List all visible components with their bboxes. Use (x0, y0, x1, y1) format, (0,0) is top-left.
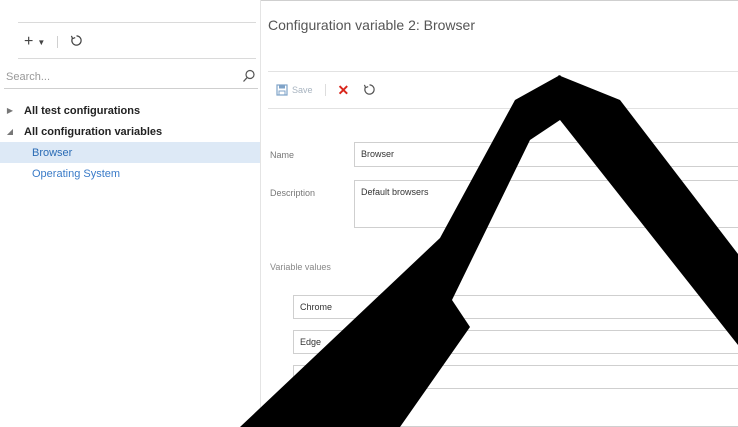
command-bar: Save ✕ (276, 80, 376, 100)
tree-item-browser[interactable]: Browser (0, 142, 260, 163)
plus-icon: + (293, 403, 302, 419)
main-pane: Configuration variable 2: Browser Save ✕… (262, 0, 738, 427)
tree-item-label: All configuration variables (24, 125, 163, 138)
name-field[interactable]: Browser (354, 142, 738, 167)
search-icon[interactable] (242, 69, 256, 83)
save-icon (276, 84, 288, 96)
description-label: Description (270, 188, 316, 198)
variable-value-field[interactable]: Chrome (293, 295, 738, 319)
tree-item-operating-system[interactable]: Operating System (0, 163, 260, 184)
left-pane: + ▼ ▶ All test configurations ◢ All conf… (0, 0, 261, 427)
plus-icon[interactable]: + (24, 33, 33, 51)
toolbar-separator (57, 36, 59, 48)
tree-item-all-configuration-variables[interactable]: ◢ All configuration variables (0, 121, 260, 142)
name-label: Name (270, 150, 295, 160)
tree-item-label: All test configurations (24, 104, 141, 117)
refresh-icon[interactable] (363, 83, 376, 98)
variable-value-field[interactable]: Edge (293, 330, 738, 354)
search-input[interactable] (4, 67, 226, 87)
variable-value-field[interactable]: Safari (293, 365, 738, 389)
toolbar-separator (324, 84, 326, 96)
divider (268, 71, 738, 72)
chevron-right-icon[interactable]: ▶ (4, 106, 16, 115)
save-label: Save (292, 85, 313, 95)
refresh-icon[interactable] (70, 34, 83, 50)
add-new-value-button[interactable]: + Add new value (293, 404, 365, 418)
page-title: Configuration variable 2: Browser (268, 17, 475, 33)
tree-item-label: Operating System (32, 167, 121, 180)
description-field[interactable]: Default browsers (354, 180, 738, 228)
left-toolbar: + ▼ (24, 32, 83, 52)
variable-values-label: Variable values (270, 262, 331, 272)
chevron-down-icon[interactable]: ▼ (37, 38, 45, 47)
save-button[interactable]: Save (276, 84, 313, 96)
tree-view: ▶ All test configurations ◢ All configur… (0, 100, 260, 184)
divider (18, 22, 256, 23)
chevron-down-icon[interactable]: ◢ (4, 127, 16, 136)
divider (268, 108, 738, 109)
add-new-value-label: Add new value (306, 406, 366, 416)
divider (18, 58, 256, 59)
close-icon[interactable]: ✕ (338, 82, 350, 99)
search-box (4, 67, 258, 89)
tree-item-all-test-configurations[interactable]: ▶ All test configurations (0, 100, 260, 121)
tree-item-label: Browser (32, 146, 73, 159)
